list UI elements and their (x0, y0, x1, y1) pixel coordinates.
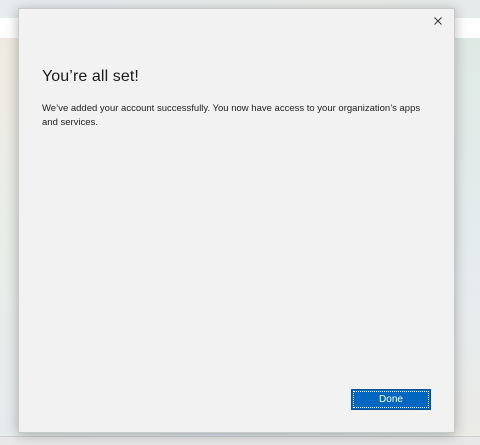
dialog-message: We’ve added your account successfully. Y… (42, 103, 421, 128)
background-status-bar (0, 436, 480, 445)
close-icon (434, 17, 442, 25)
account-added-dialog: You’re all set! We’ve added your account… (18, 8, 455, 433)
done-button[interactable]: Done (351, 389, 431, 410)
background-left-panel (0, 38, 18, 438)
background-right-panel (456, 38, 480, 438)
close-button[interactable] (428, 12, 448, 30)
dialog-title: You’re all set! (42, 68, 139, 85)
